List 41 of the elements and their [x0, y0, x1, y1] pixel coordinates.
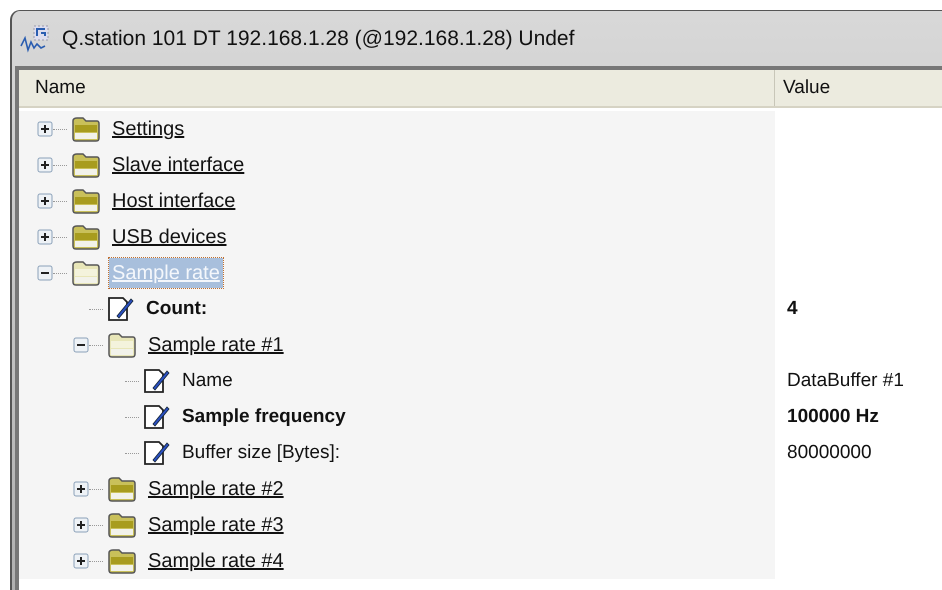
column-header[interactable]: Value — [775, 70, 942, 106]
expand-icon[interactable] — [73, 481, 89, 497]
property-label: Count: — [145, 296, 208, 321]
property-label: Buffer size [Bytes]: — [181, 440, 342, 465]
expand-icon[interactable] — [73, 553, 89, 569]
folder-icon — [107, 512, 137, 538]
expand-icon[interactable] — [73, 517, 89, 533]
property-label: Name — [181, 368, 234, 393]
tree-item[interactable]: Sample rate #4 — [145, 546, 287, 576]
edit-document-icon — [143, 440, 171, 466]
expand-icon[interactable] — [37, 121, 53, 137]
edit-document-icon — [143, 404, 171, 430]
tree-item[interactable]: Sample rate #2 — [145, 474, 287, 504]
expand-icon[interactable] — [37, 193, 53, 209]
property-label: Sample frequency — [181, 404, 347, 429]
folder-icon — [71, 116, 101, 142]
property-value: 4 — [787, 296, 798, 321]
expand-icon[interactable] — [37, 229, 53, 245]
tree-item[interactable]: Settings — [109, 114, 188, 144]
edit-document-icon — [143, 368, 171, 394]
property-value: 100000 Hz — [787, 404, 879, 429]
tree-item[interactable]: Host interface — [109, 186, 238, 216]
edit-document-icon — [107, 296, 135, 322]
window-title: Q.station 101 DT 192.168.1.28 (@192.168.1.28) Undef — [62, 26, 574, 52]
column-header[interactable]: Name — [19, 70, 775, 106]
folder-icon — [71, 188, 101, 214]
folder-icon — [71, 260, 101, 286]
tree-item[interactable]: Sample rate #1 — [145, 330, 287, 360]
tree-item[interactable]: Sample rate #3 — [145, 510, 287, 540]
tree-item[interactable]: Slave interface — [109, 150, 248, 180]
folder-icon — [71, 224, 101, 250]
property-value: 80000000 — [787, 440, 872, 465]
folder-icon — [107, 476, 137, 502]
folder-icon — [71, 152, 101, 178]
collapse-icon[interactable] — [73, 337, 89, 353]
folder-icon — [107, 332, 137, 358]
property-value: DataBuffer #1 — [787, 368, 904, 393]
folder-icon — [107, 548, 137, 574]
tree-item[interactable]: USB devices — [109, 222, 230, 252]
collapse-icon[interactable] — [37, 265, 53, 281]
expand-icon[interactable] — [37, 157, 53, 173]
